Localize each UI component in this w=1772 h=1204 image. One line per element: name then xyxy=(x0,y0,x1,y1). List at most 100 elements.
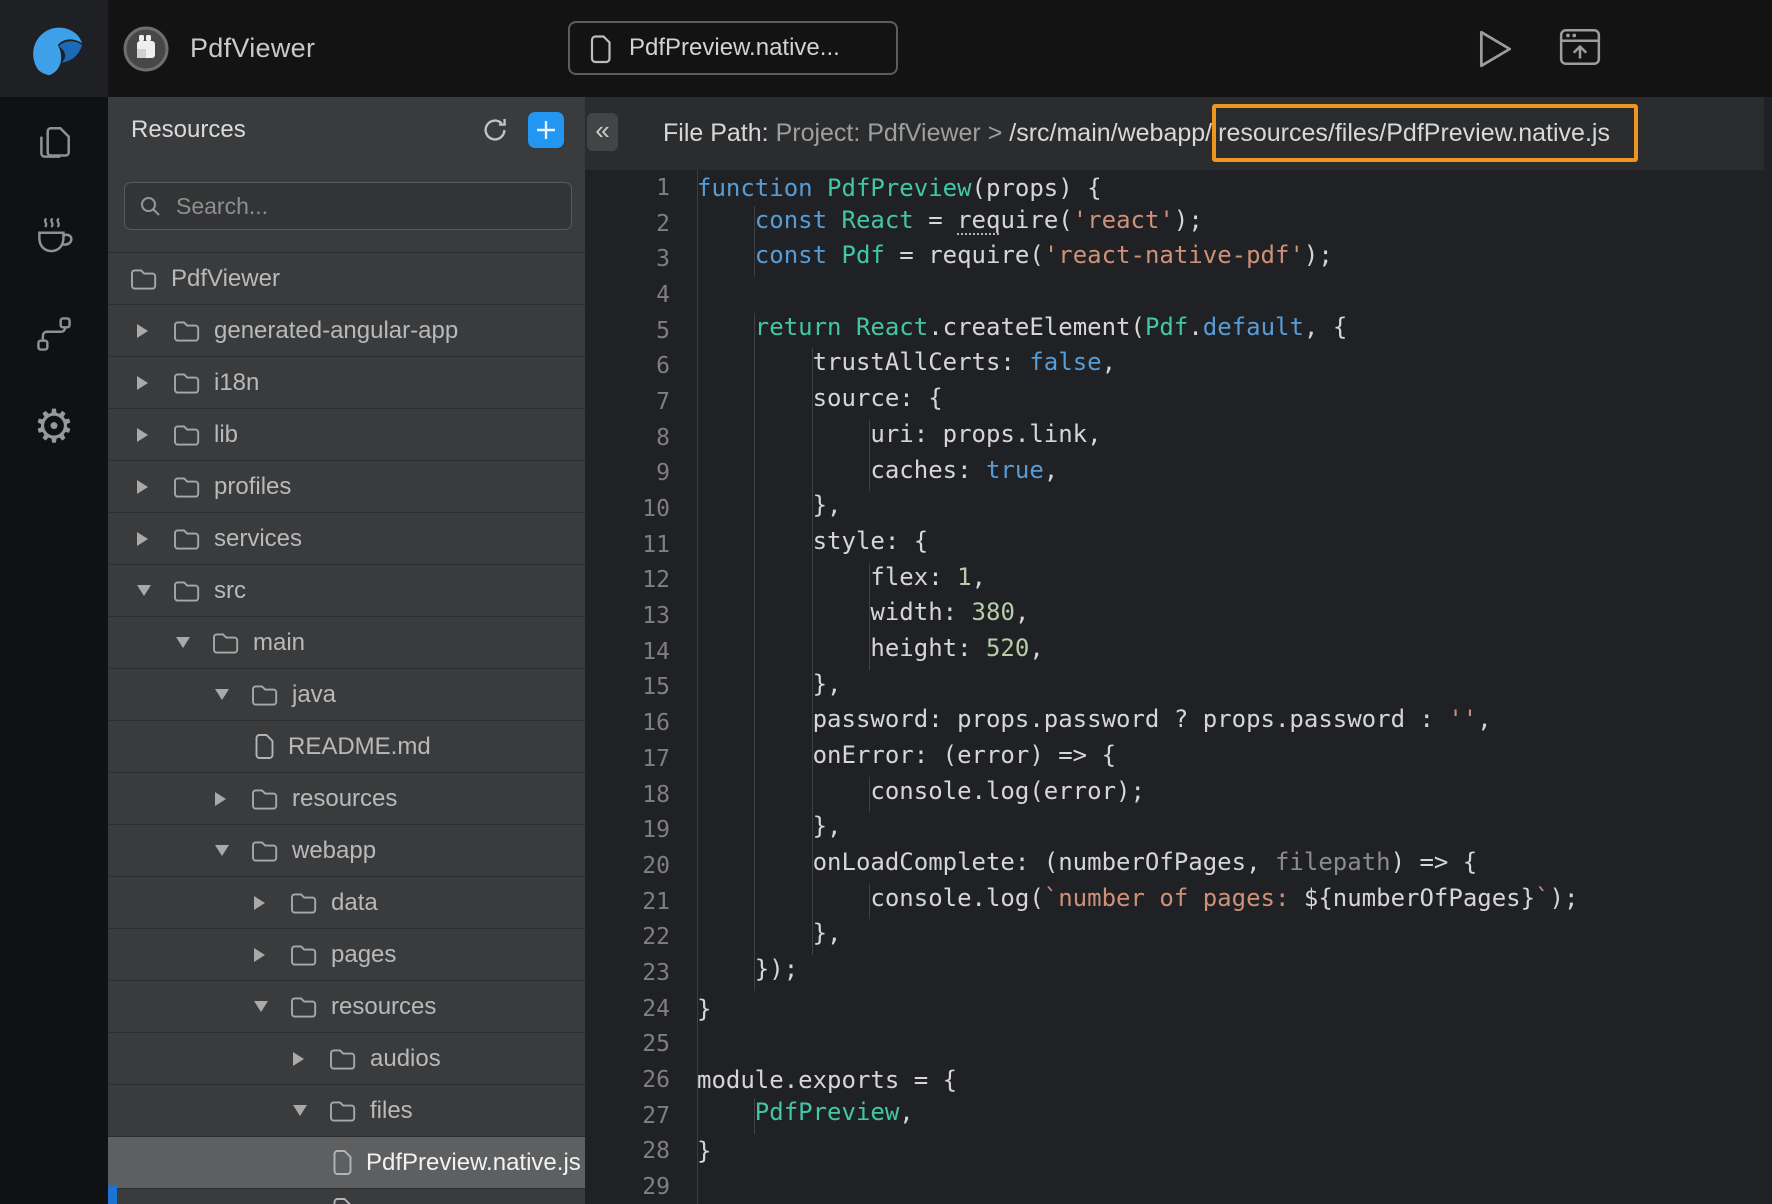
tree-item-pages[interactable]: pages xyxy=(108,929,585,981)
wave-logo-icon xyxy=(23,18,85,80)
code-line-content: PdfPreview, xyxy=(697,1098,914,1134)
file-icon xyxy=(254,733,275,760)
tree-item-resources[interactable]: resources xyxy=(108,773,585,825)
tree-item-label: java xyxy=(292,681,336,709)
pages-icon[interactable] xyxy=(33,123,75,165)
file-path-project: Project: PdfViewer > xyxy=(776,119,1010,147)
chevron-down-icon[interactable] xyxy=(293,1105,307,1116)
tree-item-data[interactable]: data xyxy=(108,877,585,929)
code-line: 25 xyxy=(585,1027,1772,1063)
code-line: 7 source: { xyxy=(585,384,1772,420)
project-title: PdfViewer xyxy=(190,33,315,64)
tree-item-audios[interactable]: audios xyxy=(108,1033,585,1085)
folder-icon xyxy=(173,371,201,394)
code-line-content: const React = require('react'); xyxy=(697,206,1203,242)
code-line: 26module.exports = { xyxy=(585,1062,1772,1098)
code-line: 29 xyxy=(585,1169,1772,1204)
tree-item-README.md[interactable]: README.md xyxy=(108,721,585,773)
code-line: 3 const Pdf = require('react-native-pdf'… xyxy=(585,241,1772,277)
code-line-content: console.log(error); xyxy=(697,777,1145,813)
tree-item-resources[interactable]: resources xyxy=(108,981,585,1033)
folder-icon xyxy=(251,787,279,810)
search-box xyxy=(124,182,572,230)
tree-item-label: i18n xyxy=(214,369,259,397)
chevron-right-icon[interactable] xyxy=(137,480,148,494)
project-chip: PdfViewer xyxy=(122,0,315,97)
tree-item-files[interactable]: files xyxy=(108,1085,585,1137)
code-line-content: function PdfPreview(props) { xyxy=(697,174,1102,202)
chevron-right-icon[interactable] xyxy=(293,1052,304,1066)
code-line: 19 }, xyxy=(585,812,1772,848)
chevron-down-icon[interactable] xyxy=(215,689,229,700)
run-button[interactable] xyxy=(1474,28,1516,70)
chevron-right-icon[interactable] xyxy=(137,532,148,546)
chevron-right-icon[interactable] xyxy=(254,896,265,910)
tree-item-i18n[interactable]: i18n xyxy=(108,357,585,409)
file-tree: PdfViewer generated-angular-app i18n lib… xyxy=(108,252,585,1204)
folder-icon xyxy=(290,995,318,1018)
document-icon xyxy=(588,33,613,64)
tree-item-label: profiles xyxy=(214,473,291,501)
folder-icon xyxy=(173,579,201,602)
tree-item-generated-angular-app[interactable]: generated-angular-app xyxy=(108,305,585,357)
chevron-down-icon[interactable] xyxy=(215,845,229,856)
code-line: 21 console.log(`number of pages: ${numbe… xyxy=(585,884,1772,920)
code-line-content: console.log(`number of pages: ${numberOf… xyxy=(697,884,1578,920)
code-line-content: password: props.password ? props.passwor… xyxy=(697,705,1492,741)
chevron-down-icon[interactable] xyxy=(176,637,190,648)
add-resource-button[interactable] xyxy=(528,112,564,148)
tree-item-java[interactable]: java xyxy=(108,669,585,721)
chevron-right-icon[interactable] xyxy=(137,324,148,338)
tree-item-profiles[interactable]: profiles xyxy=(108,461,585,513)
code-line-content: source: { xyxy=(697,384,943,420)
chevron-right-icon[interactable] xyxy=(215,792,226,806)
flow-icon[interactable] xyxy=(34,314,74,354)
file-path-label: File Path: xyxy=(663,119,776,147)
code-view[interactable]: 1function PdfPreview(props) {2 const Rea… xyxy=(585,170,1772,1204)
chevron-down-icon[interactable] xyxy=(137,585,151,596)
code-line: 24} xyxy=(585,991,1772,1027)
chevron-down-icon[interactable] xyxy=(254,1001,268,1012)
code-line-content: height: 520, xyxy=(697,634,1044,670)
tree-item-partial[interactable] xyxy=(108,1189,585,1204)
code-line-content: uri: props.link, xyxy=(697,420,1102,456)
chevron-right-icon[interactable] xyxy=(137,376,148,390)
code-line: 1function PdfPreview(props) { xyxy=(585,170,1772,206)
tree-item-webapp[interactable]: webapp xyxy=(108,825,585,877)
tree-item-PdfPreview.native.js[interactable]: PdfPreview.native.js xyxy=(108,1137,585,1189)
publish-button[interactable] xyxy=(1558,26,1602,68)
tree-item-lib[interactable]: lib xyxy=(108,409,585,461)
tree-item-label: files xyxy=(370,1097,413,1125)
chevron-right-icon[interactable] xyxy=(137,428,148,442)
tree-item-main[interactable]: main xyxy=(108,617,585,669)
code-line: 5 return React.createElement(Pdf.default… xyxy=(585,313,1772,349)
ide-window: { "topbar": { "project_title": "PdfViewe… xyxy=(0,0,1772,1204)
code-line: 28} xyxy=(585,1134,1772,1170)
app-logo[interactable] xyxy=(0,0,108,97)
code-line: 27 PdfPreview, xyxy=(585,1098,1772,1134)
tree-item-label: webapp xyxy=(292,837,376,865)
refresh-icon[interactable] xyxy=(481,116,509,144)
gear-icon[interactable]: ⚙ xyxy=(33,403,74,449)
resources-panel: Resources PdfViewer generated-angular-ap… xyxy=(108,97,585,1204)
tree-item-services[interactable]: services xyxy=(108,513,585,565)
coffee-icon[interactable] xyxy=(31,216,77,260)
code-line-content: module.exports = { xyxy=(697,1066,957,1094)
tree-item-label: PdfPreview.native.js xyxy=(366,1149,581,1177)
folder-icon xyxy=(251,839,279,862)
code-line-content: }, xyxy=(697,491,842,527)
chevron-right-icon[interactable] xyxy=(254,948,265,962)
code-line-content: }, xyxy=(697,812,842,848)
code-line: 17 onError: (error) => { xyxy=(585,741,1772,777)
code-line: 16 password: props.password ? props.pass… xyxy=(585,705,1772,741)
tree-item-PdfViewer[interactable]: PdfViewer xyxy=(108,253,585,305)
tree-item-src[interactable]: src xyxy=(108,565,585,617)
file-icon xyxy=(332,1149,353,1176)
search-input[interactable] xyxy=(174,192,571,221)
tree-item-label: README.md xyxy=(288,733,431,761)
folder-icon xyxy=(173,319,201,342)
tree-item-label: main xyxy=(253,629,305,657)
collapse-panel-button[interactable]: « xyxy=(587,113,618,151)
code-line-content: return React.createElement(Pdf.default, … xyxy=(697,313,1347,349)
open-file-tab[interactable]: PdfPreview.native... xyxy=(568,21,898,75)
